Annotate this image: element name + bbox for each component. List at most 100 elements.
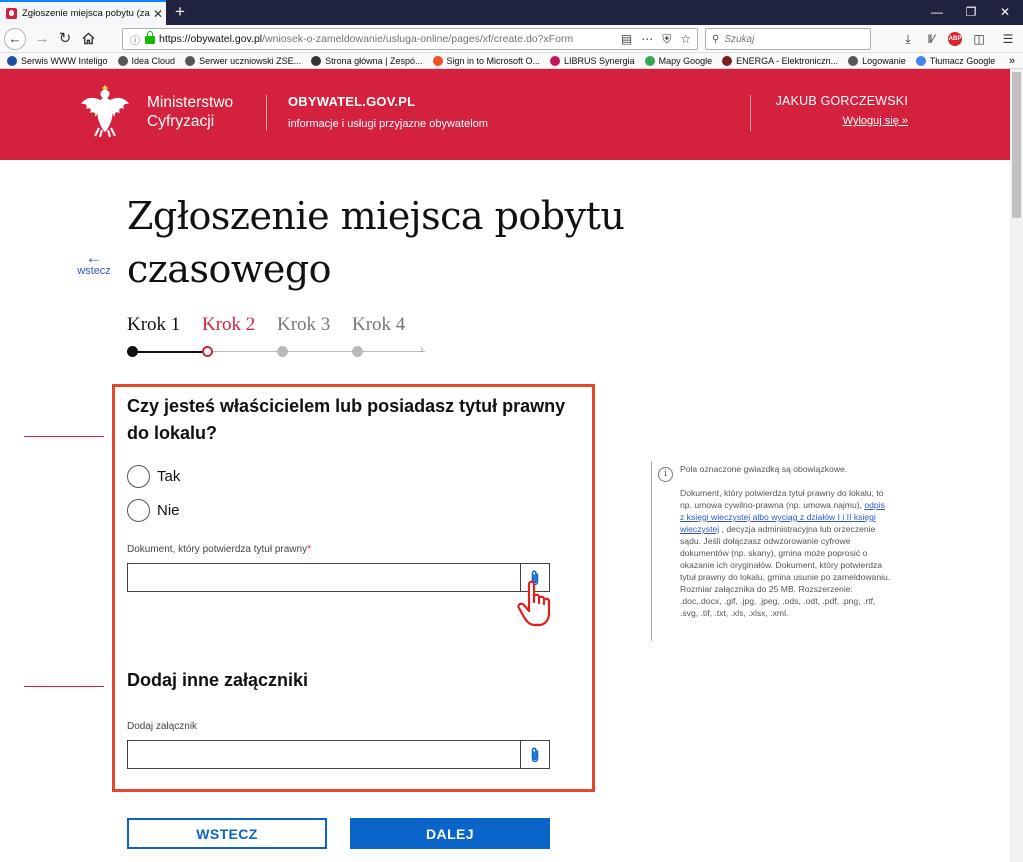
- step-remaining-line: [213, 351, 425, 352]
- browser-tab-active[interactable]: Zgłoszenie miejsca pobytu (zam ✕: [0, 0, 166, 25]
- help-panel: i Pola oznaczone gwiazdką są obowiązkowe…: [651, 461, 891, 641]
- bookmark-item[interactable]: Idea Cloud: [117, 55, 176, 66]
- ministry-name[interactable]: Ministerstwo Cyfryzacji: [147, 93, 233, 131]
- arrow-right-icon[interactable]: →: [31, 28, 53, 50]
- scrollbar-thumb[interactable]: [1012, 72, 1021, 218]
- help-text-end: , decyzja administracyjna lub orzeczenie…: [680, 524, 891, 618]
- bookmark-item[interactable]: ENERGA - Elektroniczn...: [722, 55, 839, 66]
- ministry-line-2: Cyfryzacji: [147, 113, 215, 130]
- reload-icon[interactable]: ↻: [54, 28, 76, 50]
- step-2-label: Krok 2: [202, 314, 256, 335]
- sidebar-icon[interactable]: ◫: [970, 29, 988, 49]
- bookmark-favicon-icon: [117, 55, 128, 66]
- url-text[interactable]: https://obywatel.gov.pl/wniosek-o-zameld…: [159, 33, 621, 45]
- star-icon[interactable]: ☆: [680, 32, 691, 47]
- header-divider: [750, 95, 751, 131]
- tab-title: Zgłoszenie miejsca pobytu (zam: [22, 8, 150, 19]
- library-icon[interactable]: ‖⁄: [922, 29, 940, 49]
- step-progress-line: [133, 351, 208, 353]
- bookmark-favicon-icon: [644, 55, 655, 66]
- site-header: Ministerstwo Cyfryzacji OBYWATEL.GOV.PL …: [0, 69, 1010, 160]
- bookmark-label: LIBRUS Synergia: [564, 55, 635, 66]
- polish-eagle-emblem-icon: [81, 85, 129, 138]
- bookmark-favicon-icon: [550, 55, 561, 66]
- step-4-dot: [352, 346, 363, 357]
- bookmark-label: Serwer uczniowski ZSE...: [199, 55, 302, 66]
- home-icon[interactable]: [77, 28, 99, 50]
- bookmark-label: Sign in to Microsoft O...: [446, 55, 541, 66]
- restore-window-icon[interactable]: ❐: [953, 0, 989, 25]
- search-placeholder: Szukaj: [724, 33, 755, 45]
- gov-favicon-icon: [6, 8, 17, 19]
- user-name: JAKUB GORCZEWSKI: [775, 94, 908, 108]
- bookmark-label: Idea Cloud: [131, 55, 176, 66]
- url-bar[interactable]: ⓘ https://obywatel.gov.pl/wniosek-o-zame…: [122, 28, 698, 50]
- radio-no[interactable]: [127, 499, 150, 522]
- bookmark-item[interactable]: Serwis WWW Inteligo: [7, 55, 108, 66]
- document-file-input[interactable]: [127, 563, 550, 592]
- download-icon[interactable]: ⤓: [899, 29, 917, 49]
- chevron-right-icon: ›: [420, 342, 424, 356]
- tab-close-icon[interactable]: ✕: [150, 7, 166, 21]
- lock-icon: [145, 31, 155, 44]
- bookmark-item[interactable]: Strona główna | Zespó...: [311, 55, 423, 66]
- bookmark-favicon-icon: [915, 55, 926, 66]
- next-button[interactable]: DALEJ: [350, 818, 550, 849]
- step-3-label: Krok 3: [277, 314, 331, 335]
- attachment-field-label: Dodaj załącznik: [127, 721, 198, 732]
- radio-option-no[interactable]: Nie: [127, 499, 180, 522]
- bookmark-item[interactable]: Tłumacz Google: [915, 55, 995, 66]
- new-tab-button[interactable]: +: [170, 2, 190, 22]
- back-button[interactable]: WSTECZ: [127, 818, 327, 849]
- attachment-file-input[interactable]: [127, 740, 550, 769]
- ministry-line-1: Ministerstwo: [147, 94, 234, 111]
- bookmark-favicon-icon: [432, 55, 443, 66]
- bookmark-item[interactable]: Logowanie: [848, 55, 906, 66]
- back-link[interactable]: ← wstecz: [74, 249, 114, 277]
- logout-link[interactable]: Wyloguj się »: [843, 115, 908, 127]
- reader-view-icon[interactable]: ▤: [621, 32, 632, 47]
- annotation-line: [24, 436, 104, 437]
- search-input[interactable]: ⚲ Szukaj: [705, 28, 871, 50]
- bookmark-favicon-icon: [185, 55, 196, 66]
- portal-tagline: informacje i usługi przyjazne obywatelom: [288, 118, 488, 130]
- bookmarks-overflow-button[interactable]: »: [1009, 53, 1015, 68]
- help-text-start: Dokument, który potwierdza tytuł prawny …: [680, 488, 884, 510]
- info-icon: i: [658, 467, 673, 482]
- bookmark-favicon-icon: [722, 55, 733, 66]
- bookmark-item[interactable]: Sign in to Microsoft O...: [432, 55, 541, 66]
- hamburger-menu-icon[interactable]: ☰: [999, 29, 1017, 49]
- info-icon[interactable]: ⓘ: [128, 32, 142, 47]
- minimize-window-icon[interactable]: —: [919, 0, 955, 25]
- back-link-label: wstecz: [77, 265, 111, 277]
- browser-nav-bar: ← → ↻ ⓘ https://obywatel.gov.pl/wniosek-…: [0, 25, 1023, 53]
- radio-yes[interactable]: [127, 465, 150, 488]
- bookmark-favicon-icon: [7, 55, 17, 66]
- portal-name[interactable]: OBYWATEL.GOV.PL: [288, 94, 415, 109]
- arrow-left-icon[interactable]: ←: [4, 28, 26, 50]
- bookmark-favicon-icon: [311, 55, 322, 66]
- header-divider: [266, 95, 267, 131]
- close-window-icon[interactable]: ✕: [987, 0, 1023, 25]
- document-help-text: Dokument, który potwierdza tytuł prawny …: [680, 487, 891, 619]
- search-icon: ⚲: [712, 33, 720, 45]
- bookmark-favicon-icon: [848, 55, 859, 66]
- bookmark-item[interactable]: Mapy Google: [644, 55, 713, 66]
- radio-option-yes[interactable]: Tak: [127, 465, 180, 488]
- document-label-text: Dokument, który potwierdza tytuł prawny: [127, 544, 308, 555]
- adblock-icon[interactable]: ABP: [948, 32, 962, 46]
- browser-tab-bar: Zgłoszenie miejsca pobytu (zam ✕ + — ❐ ✕: [0, 0, 1023, 25]
- required-fields-note: Pola oznaczone gwiazdką są obowiązkowe.: [680, 464, 848, 474]
- step-2-dot: [202, 346, 213, 357]
- radio-no-label: Nie: [157, 502, 180, 519]
- bookmark-label: Mapy Google: [658, 55, 713, 66]
- bookmarks-bar: Serwis WWW Inteligo Idea Cloud Serwer uczn…: [0, 53, 1023, 69]
- bookmark-label: ENERGA - Elektroniczn...: [736, 55, 839, 66]
- pocket-icon[interactable]: ⛨: [662, 32, 671, 47]
- more-icon[interactable]: ⋯: [641, 32, 653, 47]
- attach-file-button[interactable]: [520, 741, 549, 768]
- bookmark-item[interactable]: LIBRUS Synergia: [550, 55, 635, 66]
- bookmark-label: Strona główna | Zespó...: [325, 55, 423, 66]
- bookmark-label: Serwis WWW Inteligo: [21, 55, 108, 66]
- bookmark-item[interactable]: Serwer uczniowski ZSE...: [185, 55, 302, 66]
